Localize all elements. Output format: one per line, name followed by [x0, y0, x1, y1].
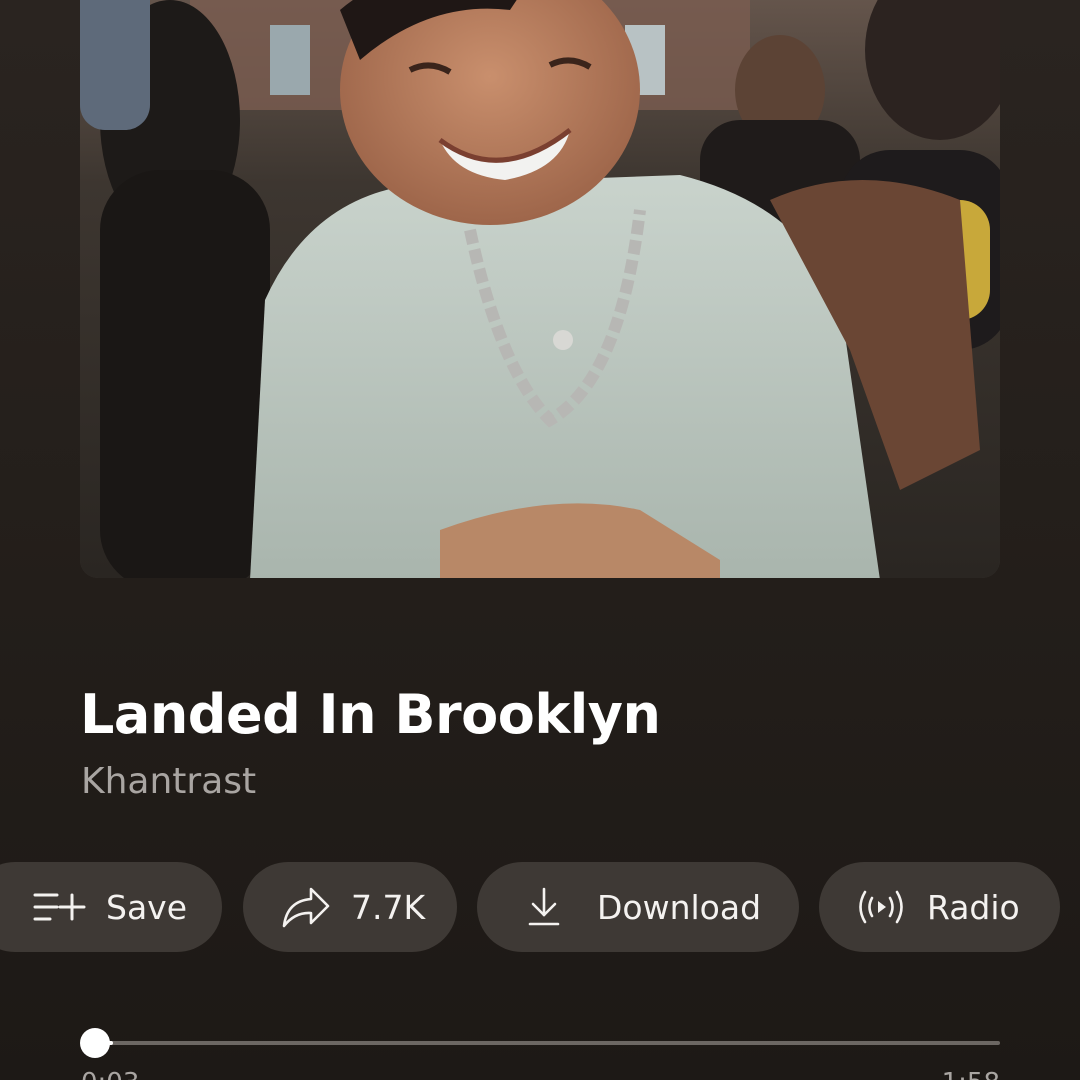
- share-arrow-icon: [281, 885, 331, 929]
- track-title: Landed In Brooklyn: [80, 683, 661, 746]
- elapsed-time: 0:03: [81, 1068, 139, 1080]
- save-button[interactable]: Save: [0, 862, 222, 952]
- total-time: 1:58: [942, 1068, 1000, 1080]
- share-button[interactable]: 7.7K: [243, 862, 457, 952]
- share-count: 7.7K: [351, 887, 426, 927]
- radio-button[interactable]: Radio: [819, 862, 1060, 952]
- progress-thumb[interactable]: [80, 1028, 110, 1058]
- download-label: Download: [597, 887, 762, 927]
- download-icon: [527, 887, 561, 927]
- progress-bar[interactable]: [95, 1041, 1000, 1045]
- now-playing-screen: Landed In Brooklyn Khantrast Save 7.7K D…: [0, 0, 1080, 1080]
- album-artwork: [80, 0, 1000, 578]
- playlist-add-icon: [32, 890, 86, 924]
- radio-label: Radio: [927, 887, 1020, 927]
- radio-broadcast-icon: [855, 888, 907, 926]
- download-button[interactable]: Download: [477, 862, 799, 952]
- action-chips: Save 7.7K Download Radio: [0, 862, 1080, 952]
- artist-name[interactable]: Khantrast: [81, 760, 256, 804]
- save-label: Save: [106, 887, 188, 927]
